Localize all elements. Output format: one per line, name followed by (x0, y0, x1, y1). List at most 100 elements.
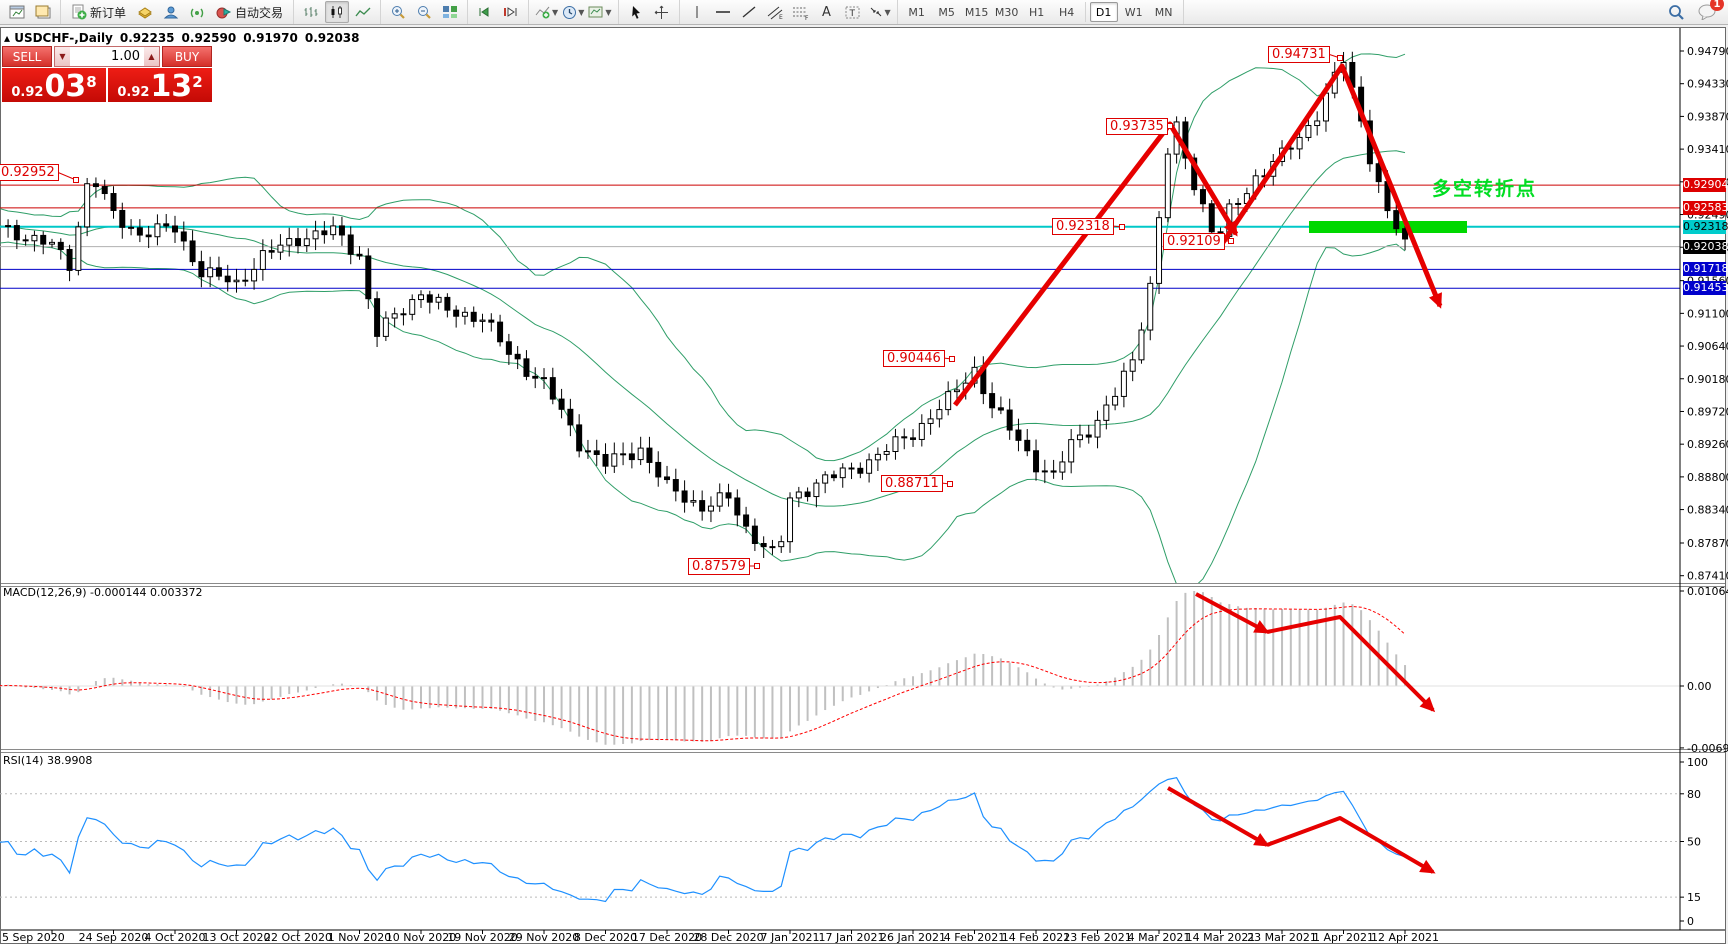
text-icon[interactable]: A (815, 1, 839, 23)
line-chart-icon[interactable] (351, 1, 375, 23)
date-tick[interactable]: 17 Dec 2020 (632, 931, 702, 944)
price-tick[interactable]: 0.87870 (1687, 537, 1728, 550)
price-callout-0.94731[interactable]: 0.94731 (1268, 46, 1330, 63)
chart-shift-icon[interactable] (499, 1, 523, 23)
chart-profiles-icon[interactable] (31, 1, 55, 23)
bar-chart-icon[interactable] (299, 1, 323, 23)
axis-badge-0.92583[interactable]: 0.92583 (1683, 201, 1726, 215)
macd-tick[interactable]: 0.00 (1687, 680, 1712, 693)
date-tick[interactable]: 4 Mar 2021 (1128, 931, 1191, 944)
callout-anchor[interactable] (755, 564, 760, 569)
turning-point-annotation[interactable]: 多空转折点 (1432, 174, 1537, 201)
rsi-tick[interactable]: 100 (1687, 756, 1708, 769)
date-tick[interactable]: 10 Nov 2020 (386, 931, 456, 944)
period-clock-icon[interactable]: ▼ (561, 1, 585, 23)
callout-anchor[interactable] (1338, 56, 1343, 61)
support-zone-bar[interactable] (1309, 221, 1467, 233)
price-tick[interactable]: 0.87410 (1687, 570, 1728, 583)
cursor-icon[interactable] (624, 1, 648, 23)
axis-badge-0.91453[interactable]: 0.91453 (1683, 281, 1726, 295)
period-dropdown-arrow[interactable]: ▼ (578, 8, 584, 17)
callout-anchor[interactable] (74, 178, 79, 183)
macd-tick[interactable]: -0.006934 (1687, 742, 1728, 755)
callout-anchor[interactable] (1168, 124, 1173, 129)
date-tick[interactable]: 24 Sep 2020 (79, 931, 149, 944)
trendline-icon[interactable] (737, 1, 761, 23)
crosshair-icon[interactable] (650, 1, 674, 23)
text-label-icon[interactable]: T (841, 1, 865, 23)
price-callout-0.87579[interactable]: 0.87579 (688, 558, 750, 575)
date-tick[interactable]: 28 Dec 2020 (693, 931, 763, 944)
price-tick[interactable]: 0.91100 (1687, 307, 1728, 320)
price-callout-0.92318[interactable]: 0.92318 (1052, 218, 1114, 235)
timeframe-m30[interactable]: M30 (993, 2, 1021, 22)
date-tick[interactable]: 4 Oct 2020 (144, 931, 205, 944)
template-dropdown-arrow[interactable]: ▼ (605, 8, 611, 17)
tile-windows-icon[interactable] (438, 1, 462, 23)
callout-anchor[interactable] (1229, 239, 1234, 244)
trend-arrow[interactable] (1168, 788, 1267, 845)
template-icon[interactable]: ▼ (587, 1, 612, 23)
date-tick[interactable]: 5 Sep 2020 (2, 931, 65, 944)
date-tick[interactable]: 23 Feb 2021 (1063, 931, 1131, 944)
date-tick[interactable]: 29 Nov 2020 (509, 931, 579, 944)
price-callout-0.92952[interactable]: 0.92952 (0, 164, 59, 181)
axis-badge-0.92038[interactable]: 0.92038 (1683, 240, 1726, 254)
timeframe-m15[interactable]: M15 (963, 2, 991, 22)
date-tick[interactable]: 13 Oct 2020 (202, 931, 270, 944)
price-tick[interactable]: 0.89720 (1687, 405, 1728, 418)
callout-anchor[interactable] (1120, 225, 1125, 230)
price-callout-0.92109[interactable]: 0.92109 (1163, 233, 1225, 250)
time-axis[interactable]: 5 Sep 2020 24 Sep 20204 Oct 202013 Oct 20… (2, 930, 1439, 944)
sell-price-button[interactable]: 0.92038 (2, 68, 106, 102)
date-tick[interactable]: 22 Oct 2020 (264, 931, 332, 944)
zoom-in-icon[interactable] (386, 1, 410, 23)
price-tick[interactable]: 0.94790 (1687, 45, 1728, 58)
search-icon[interactable] (1664, 1, 1688, 23)
price-tick[interactable]: 0.88800 (1687, 471, 1728, 484)
notifications-icon[interactable]: 1 (1695, 1, 1719, 23)
callout-anchor[interactable] (948, 482, 953, 487)
rsi-tick[interactable]: 80 (1687, 788, 1701, 801)
timeframe-d1[interactable]: D1 (1090, 2, 1118, 22)
rsi-tick[interactable]: 50 (1687, 836, 1701, 849)
timeframe-h4[interactable]: H4 (1053, 2, 1081, 22)
signals-icon[interactable] (185, 1, 209, 23)
date-tick[interactable]: 14 Feb 2021 (1002, 931, 1070, 944)
price-tick[interactable]: 0.88340 (1687, 504, 1728, 517)
volume-decrease-button[interactable]: ▼ (55, 47, 70, 66)
date-tick[interactable]: 19 Nov 2020 (447, 931, 517, 944)
indicators-icon[interactable]: ▼ (534, 1, 559, 23)
timeframe-w1[interactable]: W1 (1120, 2, 1148, 22)
auto-scroll-icon[interactable] (473, 1, 497, 23)
date-tick[interactable]: 26 Jan 2021 (880, 931, 946, 944)
autotrading-button[interactable]: 自动交易 (211, 1, 288, 23)
indicators-dropdown-arrow[interactable]: ▼ (552, 8, 558, 17)
price-callout-0.93735[interactable]: 0.93735 (1106, 118, 1168, 135)
volume-input[interactable]: 1.00 (70, 47, 144, 66)
date-tick[interactable]: 12 Apr 2021 (1371, 931, 1439, 944)
date-tick[interactable]: 14 Mar 2021 (1186, 931, 1256, 944)
date-tick[interactable]: 23 Mar 2021 (1247, 931, 1317, 944)
rsi-tick[interactable]: 15 (1687, 891, 1701, 904)
date-tick[interactable]: 4 Feb 2021 (944, 931, 1005, 944)
axis-badge-0.92318[interactable]: 0.92318 (1683, 220, 1726, 234)
axis-badge-0.91718[interactable]: 0.91718 (1683, 262, 1726, 276)
callout-anchor[interactable] (950, 357, 955, 362)
timeframe-m1[interactable]: M1 (903, 2, 931, 22)
candlestick-chart-icon[interactable] (325, 1, 349, 23)
timeframe-m5[interactable]: M5 (933, 2, 961, 22)
trend-arrow[interactable] (1267, 617, 1433, 710)
axis-badge-0.92904[interactable]: 0.92904 (1683, 178, 1726, 192)
buy-price-button[interactable]: 0.92132 (108, 68, 212, 102)
community-icon[interactable] (159, 1, 183, 23)
trend-arrow[interactable] (1267, 818, 1433, 872)
volume-increase-button[interactable]: ▲ (144, 47, 159, 66)
macd-tick[interactable]: 0.01064 (1687, 585, 1728, 598)
price-tick[interactable]: 0.93870 (1687, 110, 1728, 123)
fibonacci-icon[interactable]: F (789, 1, 813, 23)
price-tick[interactable]: 0.94330 (1687, 78, 1728, 91)
arrows-dropdown-arrow[interactable]: ▼ (885, 8, 891, 17)
new-order-button[interactable]: 新订单 (66, 1, 131, 23)
arrows-objects-icon[interactable]: ▼ (867, 1, 892, 23)
